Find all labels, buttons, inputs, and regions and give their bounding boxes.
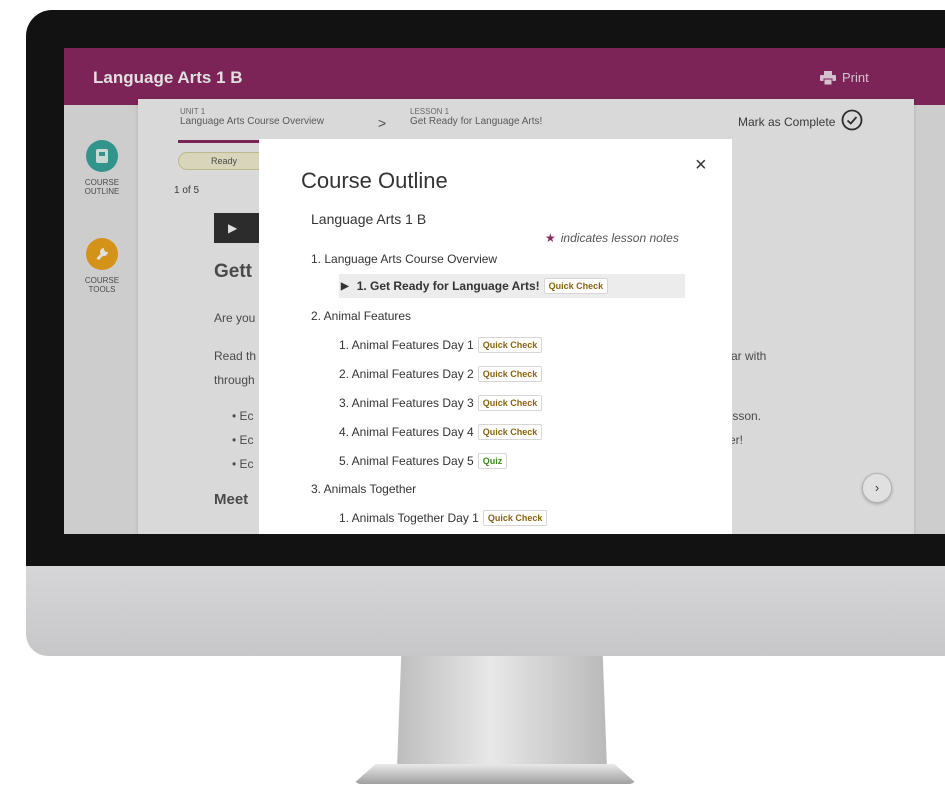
lesson-notes-hint-text: indicates lesson notes <box>560 231 679 245</box>
lesson-row[interactable]: 5. Animal Features Day 5 Quiz <box>339 449 508 473</box>
quick-check-badge: Quick Check <box>477 366 543 382</box>
monitor-stand-neck <box>397 656 607 768</box>
quick-check-badge: Quick Check <box>477 395 543 411</box>
close-icon[interactable]: × <box>695 155 707 175</box>
screen: Language Arts 1 B Print COURSE OUTLINE C… <box>64 48 945 534</box>
caret-right-icon: ▶ <box>341 280 349 292</box>
quick-check-badge: Quick Check <box>543 278 609 294</box>
unit-row[interactable]: 1. Language Arts Course Overview <box>311 252 497 266</box>
quick-check-badge: Quick Check <box>477 424 543 440</box>
star-icon: ★ <box>545 231 556 245</box>
unit-row[interactable]: 2. Animal Features <box>311 309 411 323</box>
lesson-notes-hint: ★ indicates lesson notes <box>545 231 679 245</box>
monitor-chin <box>26 566 945 656</box>
quick-check-badge: Quick Check <box>477 337 543 353</box>
unit-row[interactable]: 3. Animals Together <box>311 482 416 496</box>
lesson-row[interactable]: 4. Animal Features Day 4 Quick Check <box>339 420 543 444</box>
quick-check-badge: Quick Check <box>482 510 548 526</box>
lesson-label: 1. Get Ready for Language Arts! <box>356 279 540 293</box>
monitor-stand-foot <box>353 764 637 784</box>
quiz-badge: Quiz <box>477 453 508 469</box>
lesson-label: 1. Animal Features Day 1 <box>339 338 474 352</box>
lesson-row-active[interactable]: ▶ 1. Get Ready for Language Arts! Quick … <box>339 274 685 298</box>
course-outline-modal: Course Outline × Language Arts 1 B ★ indi… <box>259 139 732 534</box>
lesson-row[interactable]: 1. Animals Together Day 1 Quick Check <box>339 506 548 530</box>
course-name: Language Arts 1 B <box>311 211 427 227</box>
lesson-label: 2. Animal Features Day 2 <box>339 367 474 381</box>
lesson-row[interactable]: 2. Animal Features Day 2 Quick Check <box>339 362 543 386</box>
lesson-label: 4. Animal Features Day 4 <box>339 425 474 439</box>
lesson-label: 5. Animal Features Day 5 <box>339 454 474 468</box>
lesson-row[interactable]: 1. Animal Features Day 1 Quick Check <box>339 333 543 357</box>
lesson-label: 3. Animal Features Day 3 <box>339 396 474 410</box>
lesson-label: 1. Animals Together Day 1 <box>339 511 479 525</box>
lesson-row[interactable]: 3. Animal Features Day 3 Quick Check <box>339 391 543 415</box>
modal-title: Course Outline <box>301 168 448 193</box>
